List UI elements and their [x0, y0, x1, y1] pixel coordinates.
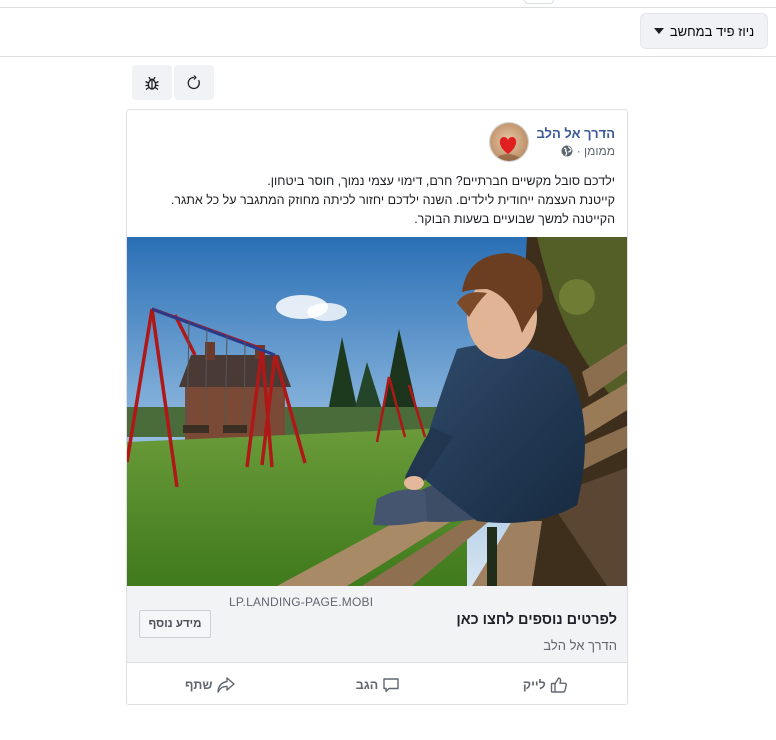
- caret-down-icon: [653, 28, 664, 34]
- share-button[interactable]: שתף: [127, 676, 294, 694]
- page-avatar[interactable]: [488, 122, 529, 162]
- toolbar: ניוז פיד במחשב: [0, 8, 776, 57]
- thumbs-up-icon: [550, 676, 567, 693]
- post-body-text: ילדכם סובל מקשיים חברתיים? חרם, דימוי עצ…: [137, 172, 615, 229]
- preview-tools: [132, 65, 214, 100]
- link-headline[interactable]: לפרטים נוספים לחצו כאן: [456, 612, 617, 628]
- post-text-line: קייטנת העצמה ייחודית לילדים. השנה ילדכם …: [170, 193, 615, 207]
- refresh-icon: [187, 74, 200, 89]
- link-domain: LP.LANDING-PAGE.MOBI: [229, 595, 374, 609]
- post-text-line: הקייטנה למשך שבועיים בשעות הבוקר.: [414, 212, 615, 226]
- page-name-link[interactable]: הדרך אל הלב: [537, 126, 616, 141]
- ad-preview-card: הדרך אל הלב ממומן · ילדכם סובל מקשיים חב…: [126, 109, 628, 705]
- comment-label: הגב: [355, 677, 379, 692]
- feed-placement-selector[interactable]: ניוז פיד במחשב: [640, 13, 768, 49]
- share-icon: [217, 676, 236, 693]
- comment-icon: [383, 677, 399, 692]
- top-tab-stub: [524, 0, 554, 4]
- post-text-line: ילדכם סובל מקשיים חברתיים? חרם, דימוי עצ…: [267, 174, 615, 188]
- feed-selector-label: ניוז פיד במחשב: [669, 23, 755, 39]
- comment-button[interactable]: הגב: [294, 676, 461, 694]
- bug-icon: [145, 76, 159, 90]
- share-label: שתף: [184, 677, 213, 692]
- link-preview[interactable]: LP.LANDING-PAGE.MOBI לפרטים נוספים לחצו …: [127, 586, 627, 663]
- ad-image[interactable]: [127, 237, 628, 586]
- globe-icon: [561, 145, 573, 157]
- sponsored-label[interactable]: ממומן ·: [577, 144, 615, 158]
- sponsored-row: ממומן ·: [537, 144, 615, 158]
- post-actions: לייק הגב שתף: [127, 663, 627, 704]
- like-label: לייק: [522, 677, 546, 692]
- debug-button[interactable]: [132, 65, 172, 100]
- post-header: הדרך אל הלב ממומן ·: [488, 122, 616, 162]
- refresh-button[interactable]: [174, 65, 214, 100]
- post-meta: הדרך אל הלב ממומן ·: [537, 126, 616, 158]
- top-strip: [0, 0, 776, 8]
- link-description: הדרך אל הלב: [543, 638, 617, 653]
- like-button[interactable]: לייק: [462, 676, 627, 694]
- learn-more-button[interactable]: מידע נוסף: [139, 610, 211, 638]
